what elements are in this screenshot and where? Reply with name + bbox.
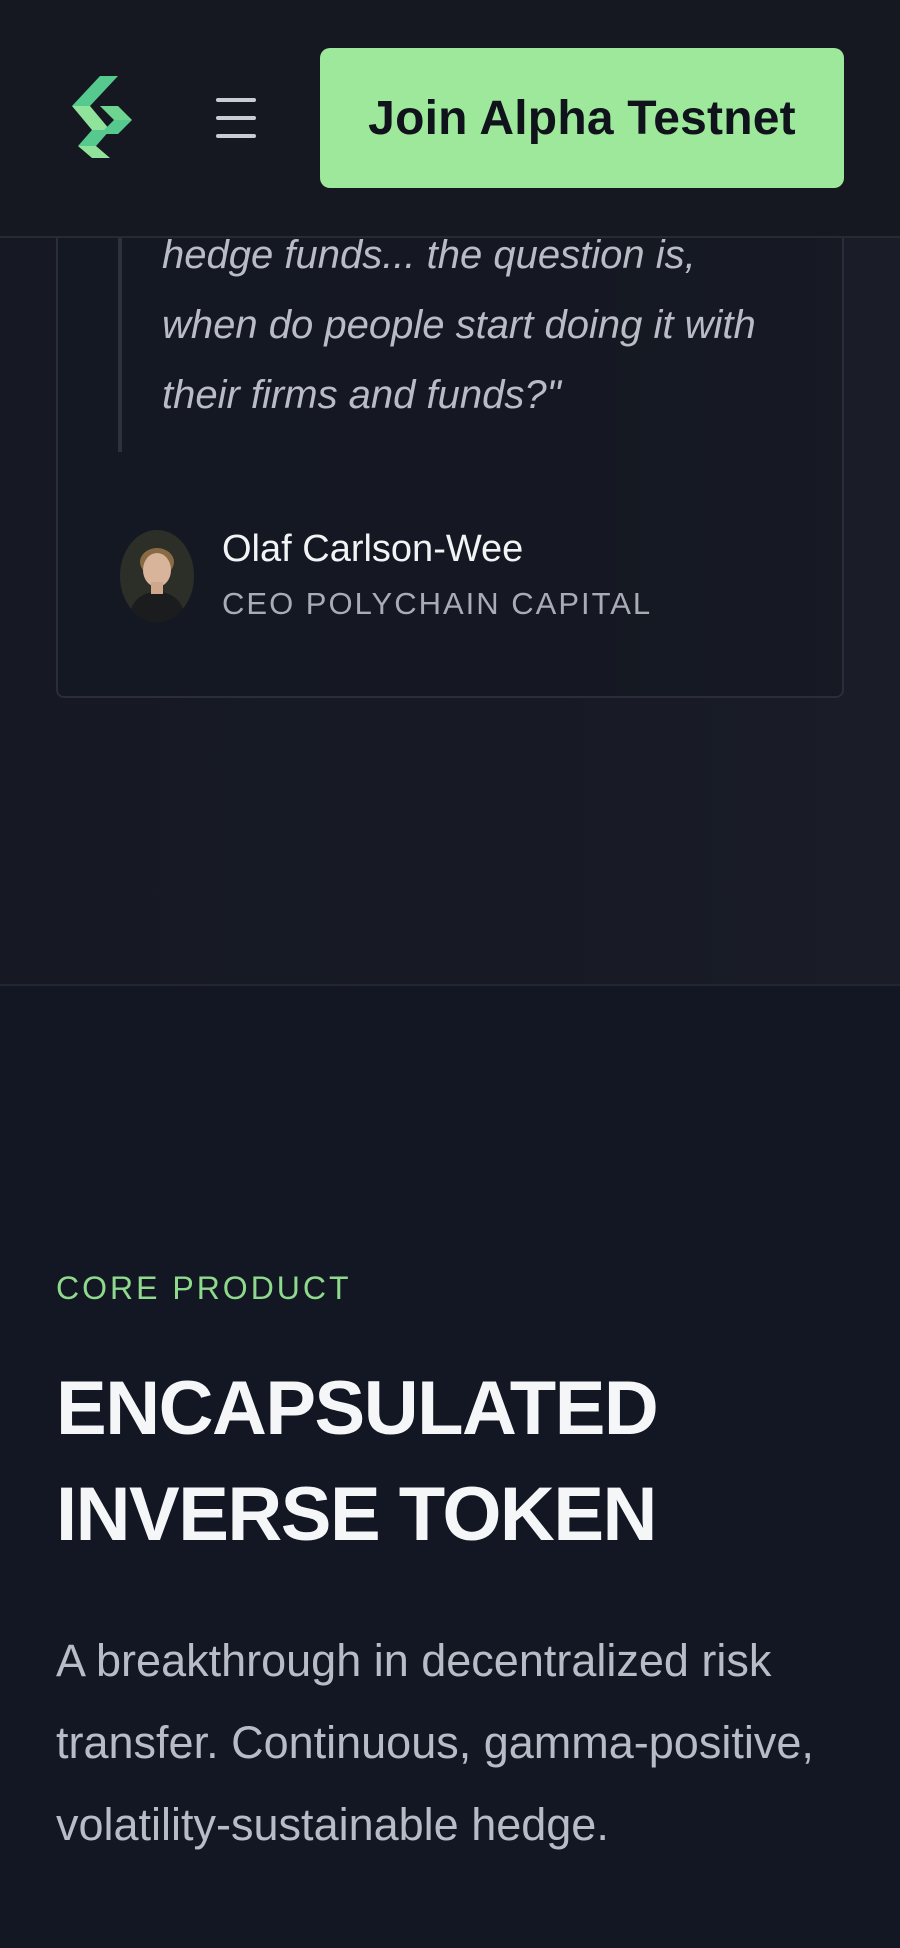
product-title-line-1: ENCAPSULATED xyxy=(56,1366,659,1451)
quote-bar xyxy=(118,236,122,452)
person-portrait-icon xyxy=(120,530,194,622)
site-header: Join Alpha Testnet xyxy=(0,0,900,238)
author-name: Olaf Carlson-Wee xyxy=(222,528,524,570)
section-eyebrow: CORE PRODUCT xyxy=(56,1270,352,1306)
chevron-stack-logo-icon[interactable] xyxy=(70,72,134,162)
testimonial-quote: hedge funds... the question is, when do … xyxy=(162,233,756,417)
product-description: A breakthrough in decentralized risk tra… xyxy=(56,1635,814,1850)
author-role: CEO POLYCHAIN CAPITAL xyxy=(222,586,653,621)
product-title-line-2: INVERSE TOKEN xyxy=(56,1472,657,1557)
core-product-section: CORE PRODUCT ENCAPSULATED INVERSE TOKEN … xyxy=(0,986,900,1948)
join-alpha-testnet-button[interactable]: Join Alpha Testnet xyxy=(320,48,844,188)
author-avatar xyxy=(120,530,194,622)
product-title: ENCAPSULATED INVERSE TOKEN xyxy=(56,1356,856,1568)
hamburger-menu-icon[interactable] xyxy=(208,90,264,146)
